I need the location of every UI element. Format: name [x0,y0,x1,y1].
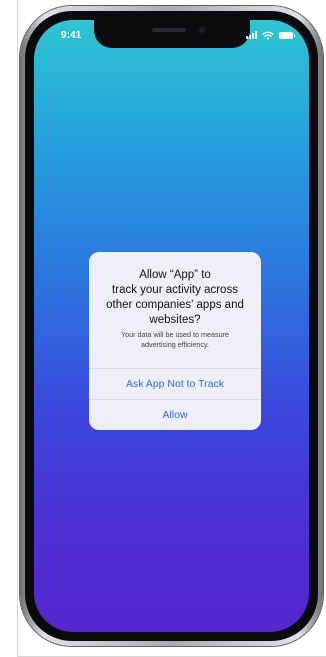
alert-message: Your data will be used to measure advert… [120,330,229,349]
tracking-permission-alert: Allow “App” to track your activity acros… [89,252,261,430]
alert-actions: Ask App Not to Track Allow [89,368,261,430]
left-rule [17,0,18,657]
ask-not-to-track-button[interactable]: Ask App Not to Track [89,368,261,399]
speaker-grill [151,28,186,32]
signal-icon [246,31,257,39]
status-icons [246,30,295,40]
front-camera [197,26,206,34]
alert-title: Allow “App” to track your activity acros… [106,269,244,326]
page: 9:41 Allow “App” to track your activity … [0,0,326,657]
battery-icon [279,31,295,39]
phone-screen: 9:41 Allow “App” to track your activity … [34,20,309,632]
status-time: 9:41 [61,30,82,41]
wifi-icon [262,31,274,40]
allow-button[interactable]: Allow [89,399,261,430]
notch [93,20,250,48]
phone-frame: 9:41 Allow “App” to track your activity … [20,6,323,646]
phone-bezel: 9:41 Allow “App” to track your activity … [25,11,318,641]
